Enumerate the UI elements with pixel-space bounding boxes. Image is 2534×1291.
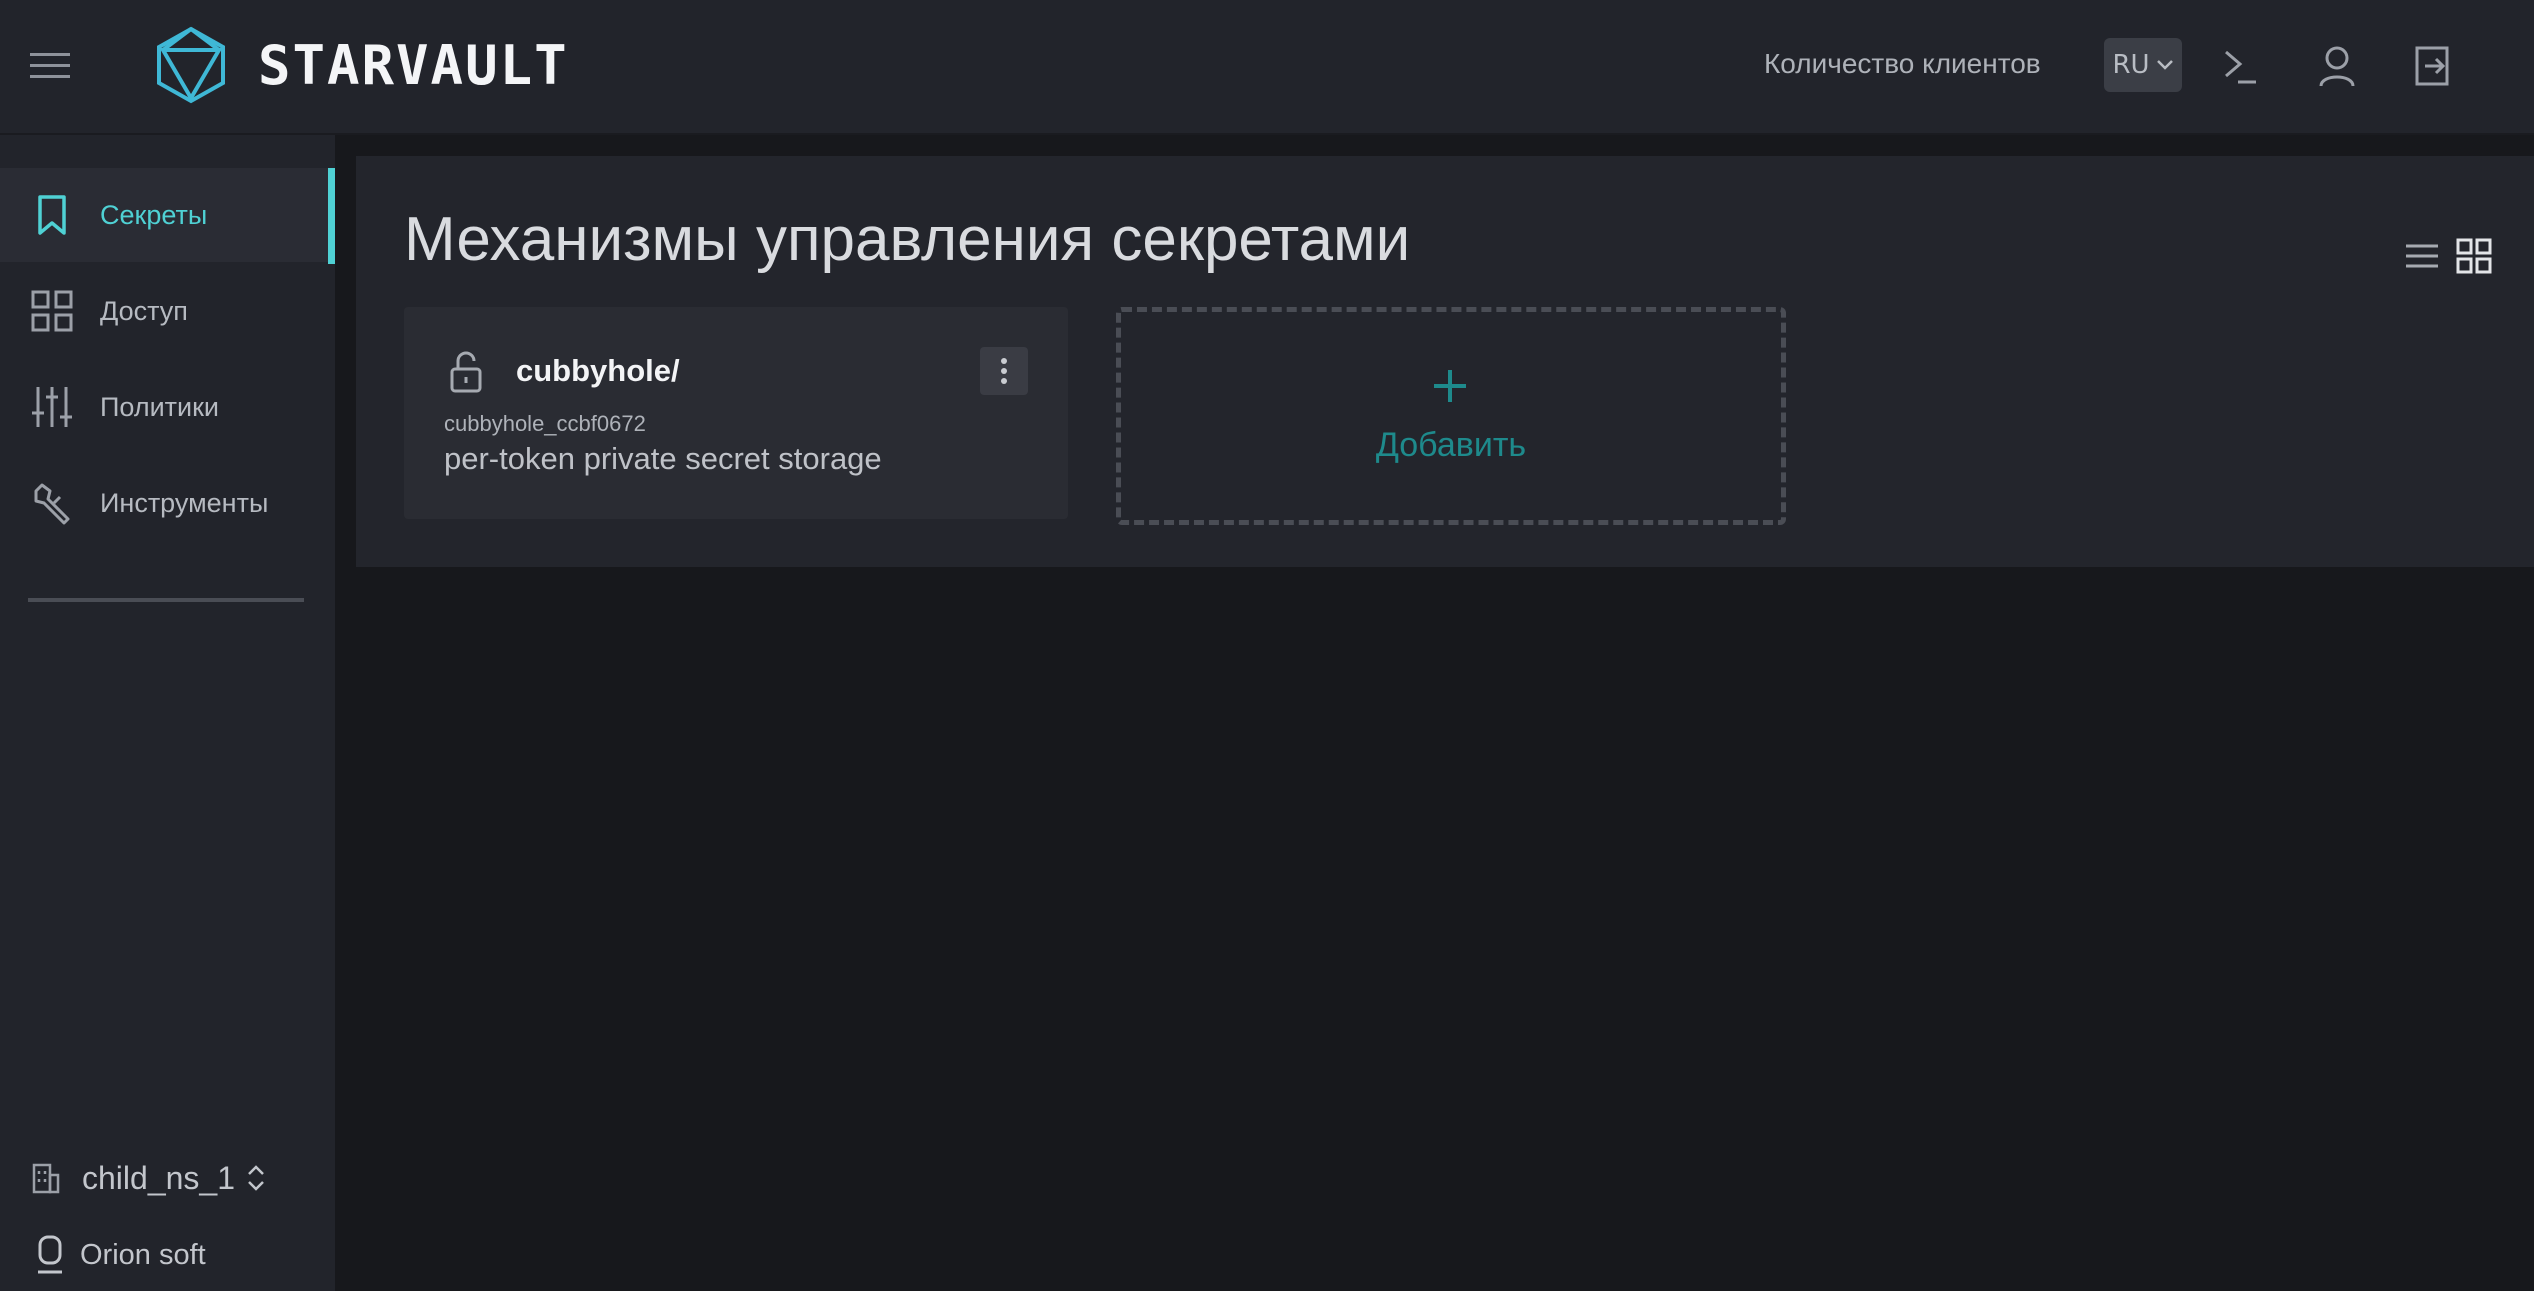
building-icon <box>32 1163 60 1194</box>
sliders-icon <box>30 385 74 429</box>
sidebar-item-label: Политики <box>100 391 220 422</box>
page-title: Механизмы управления секретами <box>404 205 1411 274</box>
chevron-up-down-icon <box>248 1165 264 1191</box>
sidebar-item-label: Инструменты <box>100 487 269 518</box>
sidebar-divider <box>28 598 304 602</box>
sidebar-item-access[interactable]: Доступ <box>0 264 335 358</box>
logout-icon[interactable] <box>2409 42 2457 90</box>
card-accessor: cubbyhole_ccbf0672 <box>444 411 646 436</box>
plus-icon <box>1428 364 1472 408</box>
card-title[interactable]: cubbyhole/ <box>516 353 680 389</box>
organization-info: Orion soft <box>34 1232 206 1278</box>
list-view-icon[interactable] <box>2402 236 2442 276</box>
namespace-switcher[interactable]: child_ns_1 <box>30 1153 267 1203</box>
sidebar-item-tools[interactable]: Инструменты <box>0 456 335 550</box>
grid-icon <box>30 289 74 333</box>
top-header: STARVAULT Количество клиентов RU <box>0 0 2534 135</box>
add-secret-engine-button[interactable]: Добавить <box>1116 307 1786 525</box>
logo-text: STARVAULT <box>258 34 569 97</box>
terminal-icon[interactable] <box>2216 42 2264 90</box>
secret-engine-card[interactable]: cubbyhole/ cubbyhole_ccbf0672 per-token … <box>404 307 1068 519</box>
wrench-icon <box>30 481 74 525</box>
sidebar-item-policies[interactable]: Политики <box>0 360 335 454</box>
add-label: Добавить <box>1375 426 1527 464</box>
sidebar-item-label: Секреты <box>100 199 208 230</box>
organization-label: Orion soft <box>80 1238 206 1271</box>
client-count-link[interactable]: Количество клиентов <box>1764 48 2041 80</box>
card-description: per-token private secret storage <box>444 441 882 476</box>
sidebar: Секреты Доступ Политики Инструменты chil… <box>0 135 335 1291</box>
bookmark-icon <box>30 193 74 237</box>
language-value: RU <box>2112 50 2150 80</box>
org-logo-icon <box>38 1235 62 1274</box>
menu-toggle-icon[interactable] <box>28 49 76 83</box>
user-icon[interactable] <box>2313 42 2361 90</box>
unlock-icon <box>444 349 488 393</box>
more-vertical-icon[interactable] <box>980 347 1028 395</box>
sidebar-item-label: Доступ <box>100 295 188 326</box>
language-select[interactable]: RU <box>2104 38 2182 92</box>
namespace-label: child_ns_1 <box>82 1159 235 1196</box>
grid-view-icon[interactable] <box>2454 236 2494 276</box>
sidebar-item-secrets[interactable]: Секреты <box>0 168 335 264</box>
chevron-down-icon <box>2156 60 2173 70</box>
logo-icon[interactable] <box>155 26 227 104</box>
